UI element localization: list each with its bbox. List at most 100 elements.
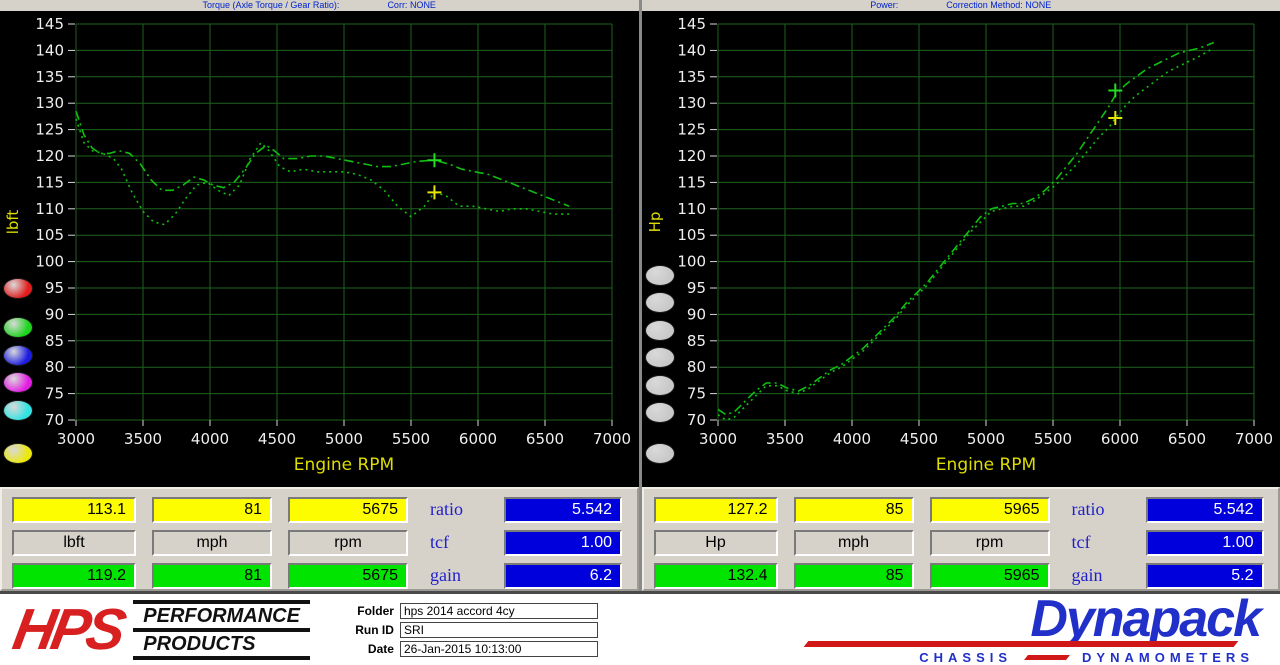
hps-logo: HPS PERFORMANCE PRODUCTS bbox=[14, 600, 310, 660]
torque-run-button-1[interactable] bbox=[3, 278, 33, 299]
svg-text:6500: 6500 bbox=[1167, 430, 1205, 448]
hps-performance-text: PERFORMANCE bbox=[133, 604, 310, 632]
svg-text:95: 95 bbox=[45, 279, 64, 297]
dynapack-chassis-text: CHASSIS bbox=[919, 650, 1012, 665]
power-run-button-4[interactable] bbox=[645, 347, 675, 368]
svg-text:115: 115 bbox=[35, 173, 64, 191]
torque-chart-area: 7075808590951001051101151201251301351401… bbox=[0, 11, 639, 487]
torque-run-button-2[interactable] bbox=[3, 317, 33, 338]
torque-run-button-5[interactable] bbox=[3, 400, 33, 421]
svg-text:4000: 4000 bbox=[832, 430, 870, 448]
svg-text:4500: 4500 bbox=[899, 430, 937, 448]
svg-text:110: 110 bbox=[677, 200, 706, 218]
svg-text:7000: 7000 bbox=[1234, 430, 1272, 448]
torque-cursor-rpm-cell: 5675 bbox=[288, 497, 408, 523]
svg-text:Engine RPM: Engine RPM bbox=[935, 455, 1035, 475]
power-chart-panel: Power: Correction Method: NONE 707580859… bbox=[642, 0, 1280, 487]
folder-input[interactable]: hps 2014 accord 4cy bbox=[400, 603, 598, 619]
torque-readout-panel: 113.1 81 5675 ratio 5.542 lbft mph rpm t… bbox=[0, 487, 639, 591]
torque-chart-header: Torque (Axle Torque / Gear Ratio): Corr:… bbox=[0, 0, 639, 11]
folder-field-row: Folder hps 2014 accord 4cy bbox=[344, 603, 598, 619]
svg-text:80: 80 bbox=[45, 358, 64, 376]
power-cursor-value-cell: 127.2 bbox=[654, 497, 778, 523]
torque-rpm-unit-label: rpm bbox=[288, 530, 408, 556]
svg-text:105: 105 bbox=[35, 226, 64, 244]
svg-text:5000: 5000 bbox=[966, 430, 1004, 448]
svg-text:75: 75 bbox=[686, 385, 705, 403]
torque-speed-unit-label: mph bbox=[152, 530, 272, 556]
date-label: Date bbox=[344, 642, 394, 656]
power-readout-panel: 127.2 85 5965 ratio 5.542 Hp mph rpm tcf… bbox=[642, 487, 1280, 591]
torque-run-button-6[interactable] bbox=[3, 443, 33, 464]
svg-text:90: 90 bbox=[686, 305, 705, 323]
svg-text:120: 120 bbox=[35, 147, 64, 165]
svg-text:6000: 6000 bbox=[1100, 430, 1138, 448]
svg-text:6500: 6500 bbox=[526, 430, 564, 448]
svg-text:7000: 7000 bbox=[593, 430, 631, 448]
power-chart[interactable]: 7075808590951001051101151201251301351401… bbox=[642, 11, 1280, 487]
svg-text:115: 115 bbox=[677, 173, 706, 191]
torque-run-value-cell: 119.2 bbox=[12, 563, 136, 589]
power-tcf-value-cell: 1.00 bbox=[1146, 530, 1264, 556]
svg-text:140: 140 bbox=[35, 41, 64, 59]
power-run-button-6[interactable] bbox=[645, 402, 675, 423]
torque-gain-label: gain bbox=[424, 563, 488, 589]
power-rpm-unit-label: rpm bbox=[930, 530, 1050, 556]
svg-text:105: 105 bbox=[677, 226, 706, 244]
svg-text:5500: 5500 bbox=[1033, 430, 1071, 448]
torque-unit-label: lbft bbox=[12, 530, 136, 556]
torque-tcf-value-cell: 1.00 bbox=[504, 530, 622, 556]
power-run-button-5[interactable] bbox=[645, 375, 675, 396]
power-chart-header: Power: Correction Method: NONE bbox=[642, 0, 1280, 11]
torque-gain-value-cell: 6.2 bbox=[504, 563, 622, 589]
run-id-field-row: Run ID SRI bbox=[344, 622, 598, 638]
svg-text:lbft: lbft bbox=[4, 210, 22, 235]
run-info-fields: Folder hps 2014 accord 4cy Run ID SRI Da… bbox=[344, 603, 598, 657]
dynapack-swoosh bbox=[804, 641, 1239, 647]
torque-chart-correction: Corr: NONE bbox=[387, 0, 436, 11]
svg-text:3000: 3000 bbox=[57, 430, 95, 448]
svg-text:70: 70 bbox=[45, 411, 64, 429]
run-id-input[interactable]: SRI bbox=[400, 622, 598, 638]
power-run-button-1[interactable] bbox=[645, 265, 675, 286]
svg-text:125: 125 bbox=[35, 121, 64, 139]
power-cursor-rpm-cell: 5965 bbox=[930, 497, 1050, 523]
svg-text:130: 130 bbox=[35, 94, 64, 112]
power-unit-label: Hp bbox=[654, 530, 778, 556]
torque-chart[interactable]: 7075808590951001051101151201251301351401… bbox=[0, 11, 638, 487]
torque-run-button-4[interactable] bbox=[3, 372, 33, 393]
svg-text:6000: 6000 bbox=[459, 430, 497, 448]
dynapack-red-dash-icon bbox=[1024, 655, 1070, 660]
torque-run-button-3[interactable] bbox=[3, 345, 33, 366]
power-run-button-3[interactable] bbox=[645, 320, 675, 341]
svg-text:70: 70 bbox=[686, 411, 705, 429]
svg-text:3500: 3500 bbox=[124, 430, 162, 448]
svg-text:Engine RPM: Engine RPM bbox=[294, 455, 394, 475]
svg-text:3500: 3500 bbox=[765, 430, 803, 448]
svg-text:95: 95 bbox=[686, 279, 705, 297]
dynapack-logo: Dynapack CHASSIS DYNAMOMETERS bbox=[806, 594, 1260, 665]
power-gain-label: gain bbox=[1066, 563, 1130, 589]
torque-ratio-label: ratio bbox=[424, 497, 488, 523]
footer: HPS PERFORMANCE PRODUCTS Folder hps 2014… bbox=[0, 591, 1280, 665]
torque-run-rpm-cell: 5675 bbox=[288, 563, 408, 589]
svg-text:75: 75 bbox=[45, 385, 64, 403]
svg-text:125: 125 bbox=[677, 121, 706, 139]
power-run-button-7[interactable] bbox=[645, 443, 675, 464]
svg-text:135: 135 bbox=[677, 68, 706, 86]
svg-text:140: 140 bbox=[677, 41, 706, 59]
svg-text:145: 145 bbox=[35, 15, 64, 33]
svg-text:5500: 5500 bbox=[392, 430, 430, 448]
svg-text:Hp: Hp bbox=[646, 212, 664, 233]
svg-text:5000: 5000 bbox=[325, 430, 363, 448]
power-speed-unit-label: mph bbox=[794, 530, 914, 556]
date-input[interactable]: 26-Jan-2015 10:13:00 bbox=[400, 641, 598, 657]
power-run-rpm-cell: 5965 bbox=[930, 563, 1050, 589]
power-run-speed-cell: 85 bbox=[794, 563, 914, 589]
power-run-button-2[interactable] bbox=[645, 292, 675, 313]
hps-logo-text: HPS bbox=[9, 601, 126, 659]
power-ratio-value-cell: 5.542 bbox=[1146, 497, 1264, 523]
power-chart-area: 7075808590951001051101151201251301351401… bbox=[642, 11, 1280, 487]
hps-logo-words: PERFORMANCE PRODUCTS bbox=[133, 600, 310, 660]
dynapack-subtitle: CHASSIS DYNAMOMETERS bbox=[919, 650, 1254, 665]
